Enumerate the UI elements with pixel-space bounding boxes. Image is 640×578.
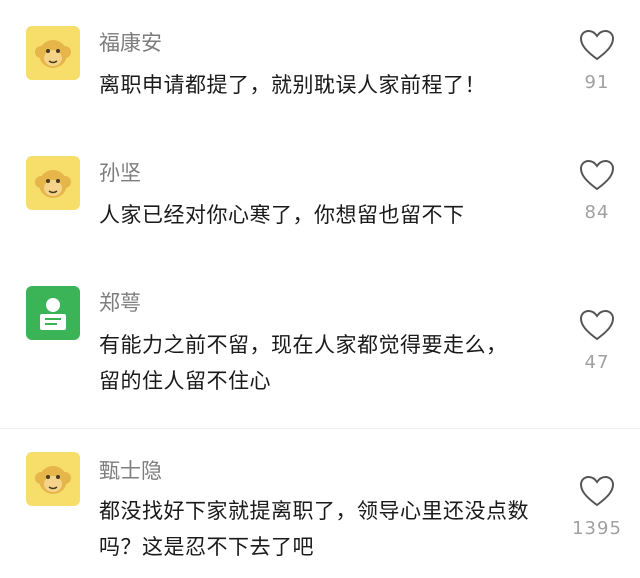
heart-icon[interactable]: [578, 28, 616, 62]
like-count: 91: [584, 72, 610, 93]
comment-item: 甄士隐 都没找好下家就提离职了，领导心里还没点数吗？这是忍不下去了吧 1395: [0, 430, 640, 578]
comment-divider: [0, 428, 640, 429]
commenter-name[interactable]: 孙坚: [99, 160, 141, 186]
heart-icon[interactable]: [578, 308, 616, 342]
comment-item: 孙坚 人家已经对你心寒了，你想留也留不下 84: [0, 130, 640, 260]
comment-item: 福康安 离职申请都提了，就别耽误人家前程了！ 91: [0, 0, 640, 130]
comment-text: 人家已经对你心寒了，你想留也留不下: [99, 203, 465, 227]
comment-text: 离职申请都提了，就别耽误人家前程了！: [99, 73, 486, 97]
comment-text: 有能力之前不留，现在人家都觉得要走么，留的住人留不住心: [99, 333, 508, 393]
heart-icon[interactable]: [578, 474, 616, 508]
commenter-name[interactable]: 郑萼: [99, 290, 141, 316]
default-user-avatar[interactable]: [26, 286, 80, 340]
like-button[interactable]: 47: [575, 308, 619, 373]
monkey-avatar[interactable]: [26, 452, 80, 506]
monkey-avatar[interactable]: [26, 156, 80, 210]
like-count: 47: [584, 352, 610, 373]
heart-icon[interactable]: [578, 158, 616, 192]
like-count: 1395: [572, 518, 622, 539]
like-button[interactable]: 91: [575, 28, 619, 93]
monkey-avatar[interactable]: [26, 26, 80, 80]
like-button[interactable]: 84: [575, 158, 619, 223]
comment-item: 郑萼 有能力之前不留，现在人家都觉得要走么，留的住人留不住心 47: [0, 260, 640, 425]
like-button[interactable]: 1395: [565, 474, 629, 539]
commenter-name[interactable]: 甄士隐: [99, 458, 162, 484]
commenter-name[interactable]: 福康安: [99, 30, 162, 56]
comment-text: 都没找好下家就提离职了，领导心里还没点数吗？这是忍不下去了吧: [99, 499, 529, 559]
like-count: 84: [584, 202, 610, 223]
